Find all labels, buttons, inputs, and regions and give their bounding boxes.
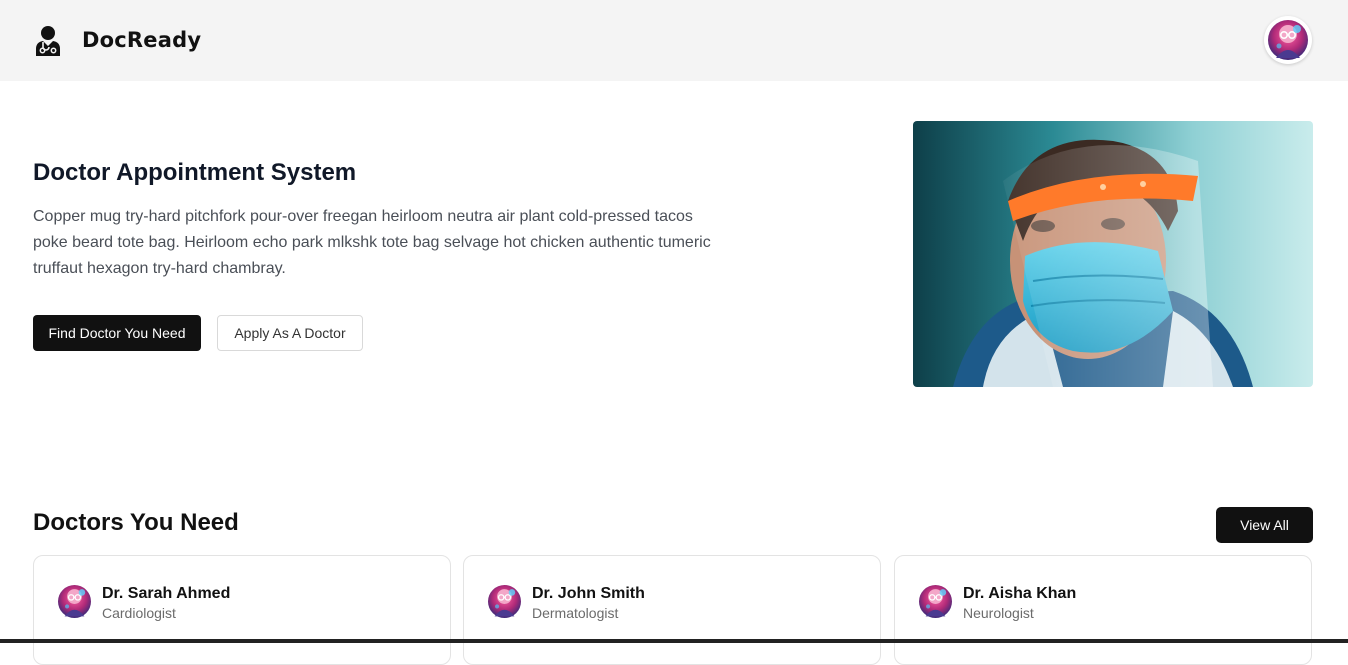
doctor-specialty: Cardiologist: [102, 605, 176, 621]
doctor-name: Dr. John Smith: [532, 585, 645, 602]
doctor-card[interactable]: Dr. Sarah Ahmed Cardiologist: [33, 555, 451, 665]
doctor-card[interactable]: Dr. John Smith Dermatologist: [463, 555, 881, 665]
doctor-icon[interactable]: [33, 25, 63, 56]
apply-as-doctor-button[interactable]: Apply As A Doctor: [217, 315, 363, 351]
hero-title: Doctor Appointment System: [33, 159, 357, 186]
view-all-button[interactable]: View All: [1216, 507, 1313, 543]
doctor-name: Dr. Sarah Ahmed: [102, 585, 231, 602]
brand-name[interactable]: DocReady: [82, 27, 201, 53]
find-doctor-button[interactable]: Find Doctor You Need: [33, 315, 201, 351]
doctor-name: Dr. Aisha Khan: [963, 585, 1077, 602]
doctor-avatar: [919, 585, 952, 618]
doctor-card[interactable]: Dr. Aisha Khan Neurologist: [894, 555, 1312, 665]
top-header: DocReady: [0, 0, 1348, 81]
window-bottom-edge: [0, 639, 1348, 643]
hero-image: [913, 121, 1313, 387]
user-avatar[interactable]: [1264, 16, 1312, 64]
doctor-avatar: [58, 585, 91, 618]
doctor-avatar: [488, 585, 521, 618]
doctor-specialty: Neurologist: [963, 605, 1034, 621]
section-title-doctors: Doctors You Need: [33, 509, 239, 536]
doctor-specialty: Dermatologist: [532, 605, 619, 621]
hero-description: Copper mug try-hard pitchfork pour-over …: [33, 208, 711, 277]
